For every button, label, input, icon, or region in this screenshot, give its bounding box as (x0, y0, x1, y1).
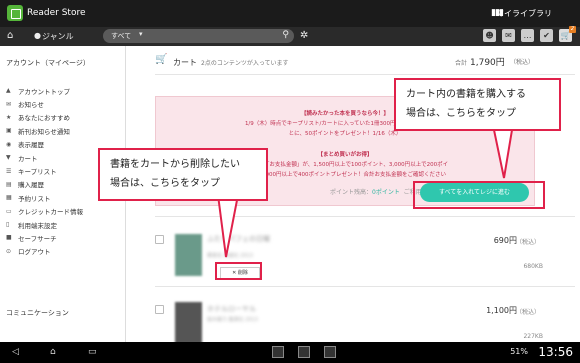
book-cover[interactable] (175, 302, 202, 344)
account-header: アカウント（マイページ） (6, 59, 90, 67)
item-title[interactable]: ホテルローヤル (207, 304, 256, 314)
delete-callout: 書籍をカートから削除したい 場合は、こちらをタップ (98, 148, 268, 201)
sidebar-item-logout[interactable]: ⊙ ログアウト (6, 245, 124, 258)
chat-icon[interactable]: … (521, 29, 534, 42)
points-value: 0ポイント (372, 189, 400, 196)
logout-icon: ⊙ (6, 247, 12, 255)
calendar-icon: ▦ (6, 194, 12, 202)
community-header: コミュニケーション (6, 309, 69, 317)
points-label: ポイント残高： (330, 189, 373, 196)
delete-highlight-box (215, 262, 262, 280)
home-icon[interactable]: ⌂ (50, 347, 56, 357)
callout-text-line: カート内の書籍を購入する 場合は、こちらをタップ (406, 89, 526, 119)
sidebar-item-label: キープリスト (18, 168, 57, 177)
genre-button[interactable]: ジャンル (42, 31, 74, 42)
mail-icon[interactable]: ✉ (502, 29, 515, 42)
sidebar-item-label: アカウントトップ (18, 87, 70, 96)
card-icon: ▭ (6, 207, 12, 215)
total-value: 1,790円 (470, 58, 505, 68)
sidebar-item-notices[interactable]: ✉ お知らせ (6, 97, 124, 110)
genre-icon: ● (34, 31, 41, 40)
checkout-callout: カート内の書籍を購入する 場合は、こちらをタップ (394, 78, 561, 131)
item-tax: （税込） (515, 239, 540, 246)
sidebar-item-credit-card[interactable]: ▭ クレジットカード情報 (6, 205, 124, 218)
clock: 13:56 (538, 345, 573, 359)
total-tax: （税込） (510, 59, 535, 66)
item-price: 1,100円 (486, 306, 517, 315)
item-title[interactable]: ふたりパフェの日曜 (207, 234, 270, 244)
item-subtitle: 桜木紫乃 集英社 2013 (207, 317, 258, 323)
bell-icon: ▣ (6, 127, 12, 135)
face-icon[interactable]: ☻ (483, 29, 496, 42)
item-checkbox[interactable] (155, 235, 164, 244)
my-library-link[interactable]: マイライブラリ (496, 8, 552, 19)
recent-apps-icon[interactable]: ▭ (88, 347, 97, 357)
app-thumbnail-icon[interactable] (272, 346, 284, 358)
app-thumbnail-icon[interactable] (324, 346, 336, 358)
eye-icon: ◉ (6, 140, 12, 148)
book-cover[interactable] (175, 234, 202, 276)
back-icon[interactable]: ◁ (12, 347, 19, 357)
cart-icon: ▼ (6, 154, 11, 162)
item-size: 680KB (523, 263, 543, 270)
page-title: カート (173, 58, 197, 67)
person-icon: ▲ (6, 87, 11, 95)
sidebar-item-label: あなたにおすすめ (18, 114, 70, 123)
search-scope-select[interactable]: すべて (111, 31, 131, 41)
search-box[interactable]: すべて ▾ ⚲ (103, 29, 294, 43)
item-subtitle: 著者名 出版社 2013 (207, 253, 253, 259)
app-title: Reader Store (27, 8, 86, 18)
cart-icon: 🛒 (155, 54, 168, 65)
system-nav-bar: ◁ ⌂ ▭ 51% 13:56 (0, 342, 580, 363)
reader-store-logo-icon (7, 5, 23, 21)
sidebar-item-label: 利用端末設定 (18, 221, 57, 230)
checkout-highlight-box (413, 181, 545, 209)
sidebar-item-label: 表示履歴 (18, 141, 44, 150)
cart-count-badge: 2 (569, 26, 576, 33)
divider (155, 216, 575, 217)
item-tax: （税込） (515, 309, 540, 316)
home-icon[interactable]: ⌂ (7, 30, 13, 41)
list-icon: ☰ (6, 167, 12, 175)
sidebar-item-label: クレジットカード情報 (18, 208, 83, 217)
app-thumbnail-icon[interactable] (298, 346, 310, 358)
battery-level: 51% (510, 347, 528, 356)
cart-count-text: 2点のコンテンツが入っています (201, 60, 289, 67)
sidebar-item-label: 予約リスト (18, 194, 51, 203)
gear-icon[interactable]: ✲ (300, 30, 308, 41)
mail-icon: ✉ (6, 100, 12, 108)
sidebar-item-label: 購入履歴 (18, 181, 44, 190)
item-checkbox[interactable] (155, 305, 164, 314)
sidebar-item-label: セーフサーチ (18, 234, 57, 243)
sidebar-item-label: カート (18, 154, 38, 163)
divider (155, 286, 575, 287)
shield-icon: ■ (6, 234, 12, 242)
chevron-down-icon: ▾ (139, 30, 143, 38)
checklist-icon[interactable]: ✔ (540, 29, 553, 42)
sidebar-item-device-settings[interactable]: ▯ 利用端末設定 (6, 218, 124, 231)
receipt-icon: ▤ (6, 180, 12, 188)
title-bar: Reader Store ▮▮▮ マイライブラリ (0, 0, 580, 27)
callout-text-line: 書籍をカートから削除したい 場合は、こちらをタップ (110, 159, 240, 189)
sidebar-item-safe-search[interactable]: ■ セーフサーチ (6, 231, 124, 244)
sidebar-item-label: 新刊お知らせ通知 (18, 127, 70, 136)
toolbar: ⌂ ● ジャンル すべて ▾ ⚲ ✲ ☻ ✉ … ✔ 🛒 2 (0, 26, 580, 46)
item-price: 690円 (493, 236, 517, 245)
search-icon[interactable]: ⚲ (282, 30, 289, 40)
sidebar-item-new-release[interactable]: ▣ 新刊お知らせ通知 (6, 124, 124, 137)
sidebar-item-label: お知らせ (18, 101, 44, 110)
divider (155, 74, 575, 75)
item-size: 227KB (523, 333, 543, 340)
device-icon: ▯ (6, 221, 10, 229)
toolbar-icons: ☻ ✉ … ✔ 🛒 2 (483, 26, 576, 42)
total-label: 合計 (455, 60, 468, 67)
cart-icon[interactable]: 🛒 2 (559, 26, 576, 42)
sidebar-item-recommend[interactable]: ★ あなたにおすすめ (6, 111, 124, 124)
sidebar-item-label: ログアウト (18, 248, 51, 257)
star-icon: ★ (6, 113, 12, 121)
sidebar-item-account-top[interactable]: ▲ アカウントトップ (6, 84, 124, 97)
